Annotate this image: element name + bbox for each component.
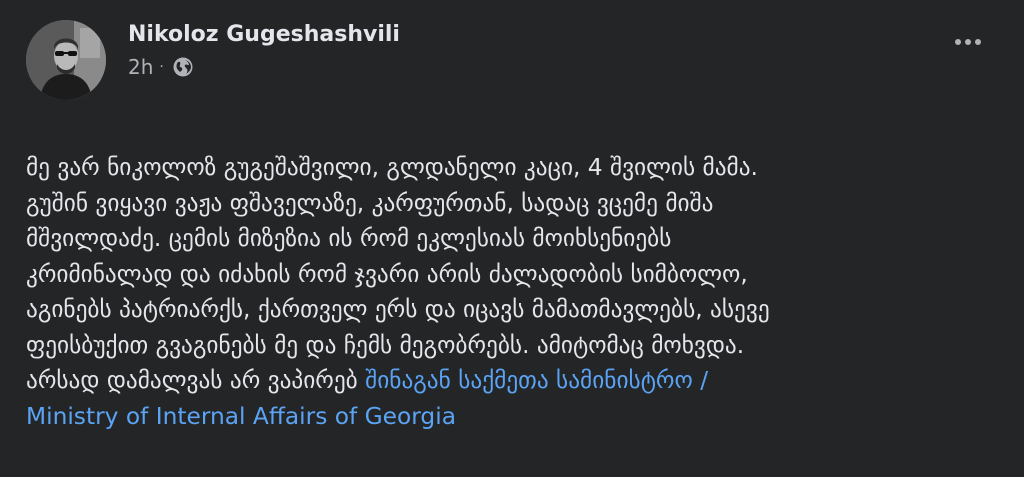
post-timestamp[interactable]: 2h (128, 55, 153, 79)
more-options-icon (955, 39, 961, 45)
avatar-photo (26, 20, 106, 100)
meta-separator: · (159, 59, 164, 75)
post-text: მე ვარ ნიკოლოზ გუგეშაშვილი, გლდანელი კაც… (26, 154, 770, 394)
globe-icon[interactable] (172, 56, 194, 78)
post-meta: 2h · (128, 55, 194, 79)
avatar[interactable] (26, 20, 106, 100)
facebook-post: Nikoloz Gugeshashvili 2h · მე ვარ ნიკოლო… (0, 0, 1024, 477)
author-name[interactable]: Nikoloz Gugeshashvili (128, 22, 400, 47)
more-options-button[interactable] (946, 26, 990, 58)
post-header: Nikoloz Gugeshashvili 2h · (26, 20, 1004, 110)
more-options-icon-dot (965, 39, 971, 45)
more-options-icon-dot (975, 39, 981, 45)
post-body: მე ვარ ნიკოლოზ გუგეშაშვილი, გლდანელი კაც… (26, 150, 1001, 434)
